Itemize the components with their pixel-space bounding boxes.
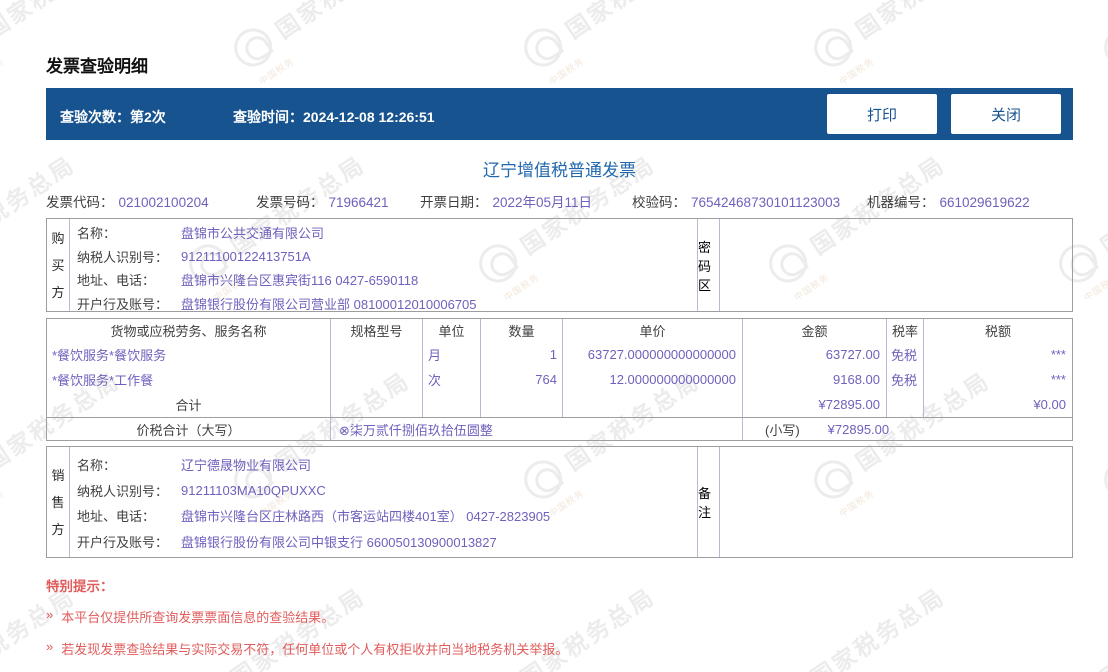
invoice-verification-page: 中国税务国家税务总局中国税务国家税务总局中国税务国家税务总局中国税务国家税务总局… [0,0,1108,672]
buyer-side-label: 购买方 [47,219,70,311]
header-tax-rate: 税率 [887,319,924,342]
item-qty: 1 [481,341,563,368]
item-price: 63727.000000000000000 [563,341,743,368]
item-row: *餐饮服务*工作餐 次 764 12.000000000000000 9168.… [47,367,1072,393]
seller-side-label: 销售方 [47,447,70,557]
items-subtotal-row: 合计 ¥72895.00 ¥0.00 [47,392,1072,418]
item-spec [331,341,423,368]
grand-total-uppercase: ⊗柒万贰仟捌佰玖拾伍圆整 [331,418,743,440]
special-tips: 特别提示： » 本平台仅提供所查询发票票面信息的查验结果。 » 若发现发票查验结果与… [46,575,1073,671]
item-amount: 63727.00 [743,341,887,368]
seller-taxid-row: 纳税人识别号： 91211103MA10QPUXXC [77,482,326,499]
close-button[interactable]: 关闭 [951,94,1061,134]
subtotal-spec [331,392,423,418]
password-area-label: 密码区 [697,219,720,311]
grand-total-lowercase: (小写) ¥72895.00 [743,418,1072,440]
tip-bullet: » [46,639,54,654]
grand-total-row: 价税合计（大写） ⊗柒万贰仟捌佰玖拾伍圆整 (小写) ¥72895.00 [46,418,1073,441]
verify-count-value: 第2次 [130,109,166,125]
items-header-row: 货物或应税劳务、服务名称 规格型号 单位 数量 单价 金额 税率 税额 [47,319,1072,342]
item-spec [331,367,423,393]
header-unit-price: 单价 [563,319,743,342]
item-amount: 9168.00 [743,367,887,393]
tips-title: 特别提示： [46,579,114,594]
verify-count: 查验次数：第2次 [60,107,166,127]
verify-time-value: 2024-12-08 12:26:51 [303,109,435,125]
page-content: 发票查验明细 查验次数：第2次 查验时间：2024-12-08 12:26:51… [0,0,1108,672]
remark-area-label: 备注 [697,447,720,557]
verify-count-label: 查验次数： [60,109,130,125]
machine-number-field: 机器编号： 661029619622 [867,195,1030,210]
item-qty: 764 [481,367,563,393]
item-name: *餐饮服务*餐饮服务 [47,341,331,368]
item-row: *餐饮服务*餐饮服务 月 1 63727.000000000000000 637… [47,341,1072,368]
item-rate: 免税 [887,367,924,393]
subtotal-label: 合计 [47,392,331,418]
tip-bullet: » [46,607,54,622]
seller-name-row: 名称： 辽宁德晟物业有限公司 [77,458,312,474]
seller-address-row: 地址、电话： 盘锦市兴隆台区庄林路西（市客运站四楼401室） 0427-28239… [77,509,551,525]
buyer-section: 购买方 名称： 盘锦市公共交通有限公司 纳税人识别号： 91211100122413… [46,218,1073,312]
tip-item: » 本平台仅提供所查询发票票面信息的查验结果。 [46,607,1073,626]
subtotal-tax: ¥0.00 [1033,397,1066,413]
invoice-number-field: 发票号码： 71966421 [256,195,389,210]
verify-time: 查验时间：2024-12-08 12:26:51 [233,107,435,127]
item-unit: 次 [423,367,481,393]
header-quantity: 数量 [481,319,563,342]
item-price: 12.000000000000000 [563,367,743,393]
subtotal-unit [423,392,481,418]
password-area [720,219,1072,311]
items-table: 货物或应税劳务、服务名称 规格型号 单位 数量 单价 金额 税率 税额 *餐饮服… [46,318,1073,418]
page-title: 发票查验明细 [46,57,148,76]
subtotal-rate [887,392,924,418]
lowercase-label: (小写) [765,422,800,438]
remark-area [720,447,1072,557]
item-unit: 月 [423,341,481,368]
tip-item: » 若发现发票查验结果与实际交易不符，任何单位或个人有权拒收并向当地税务机关举报。 [46,639,1073,658]
invoice-date-field: 开票日期： 2022年05月11日 [420,195,593,210]
invoice-code-field: 发票代码： 021002100204 [46,195,209,210]
item-tax: *** [1050,372,1066,388]
lowercase-value: ¥72895.00 [827,421,890,437]
buyer-name-row: 名称： 盘锦市公共交通有限公司 [77,226,325,242]
item-tax: *** [1050,346,1066,362]
item-name: *餐饮服务*工作餐 [47,367,331,393]
print-button[interactable]: 打印 [827,94,937,134]
seller-fields: 名称： 辽宁德晟物业有限公司 纳税人识别号： 91211103MA10QPUXXC … [70,447,697,557]
header-goods-name: 货物或应税劳务、服务名称 [47,319,331,342]
seller-section: 销售方 名称： 辽宁德晟物业有限公司 纳税人识别号： 91211103MA10QPU… [46,446,1073,558]
seller-bank-row: 开户行及账号： 盘锦银行股份有限公司中银支行 660050130900013827 [77,534,497,550]
invoice-title: 辽宁增值税普通发票 [483,161,636,180]
tip-text: 本平台仅提供所查询发票票面信息的查验结果。 [61,610,335,625]
buyer-address-row: 地址、电话： 盘锦市兴隆台区惠宾街116 0427-6590118 [77,273,419,289]
grand-total-label: 价税合计（大写） [47,418,331,440]
buyer-taxid-row: 纳税人识别号： 91211100122413751A [77,248,311,265]
invoice-header-row: 发票代码： 021002100204 发票号码： 71966421 开票日期： 202… [46,191,1073,211]
subtotal-qty [481,392,563,418]
header-unit: 单位 [423,319,481,342]
header-amount: 金额 [743,319,887,342]
query-bar: 查验次数：第2次 查验时间：2024-12-08 12:26:51 打印 关闭 [46,88,1073,140]
header-tax: 税额 [984,323,1011,339]
verify-time-label: 查验时间： [233,109,303,125]
buyer-fields: 名称： 盘锦市公共交通有限公司 纳税人识别号： 91211100122413751A… [70,219,697,312]
subtotal-price [563,392,743,418]
item-rate: 免税 [887,341,924,368]
subtotal-amount: ¥72895.00 [743,392,887,418]
check-code-field: 校验码： 76542468730101123003 [632,195,841,210]
buyer-bank-row: 开户行及账号： 盘锦银行股份有限公司营业部 08100012010006705 [77,296,477,312]
tip-text: 若发现发票查验结果与实际交易不符，任何单位或个人有权拒收并向当地税务机关举报。 [61,642,569,657]
header-spec: 规格型号 [331,319,423,342]
